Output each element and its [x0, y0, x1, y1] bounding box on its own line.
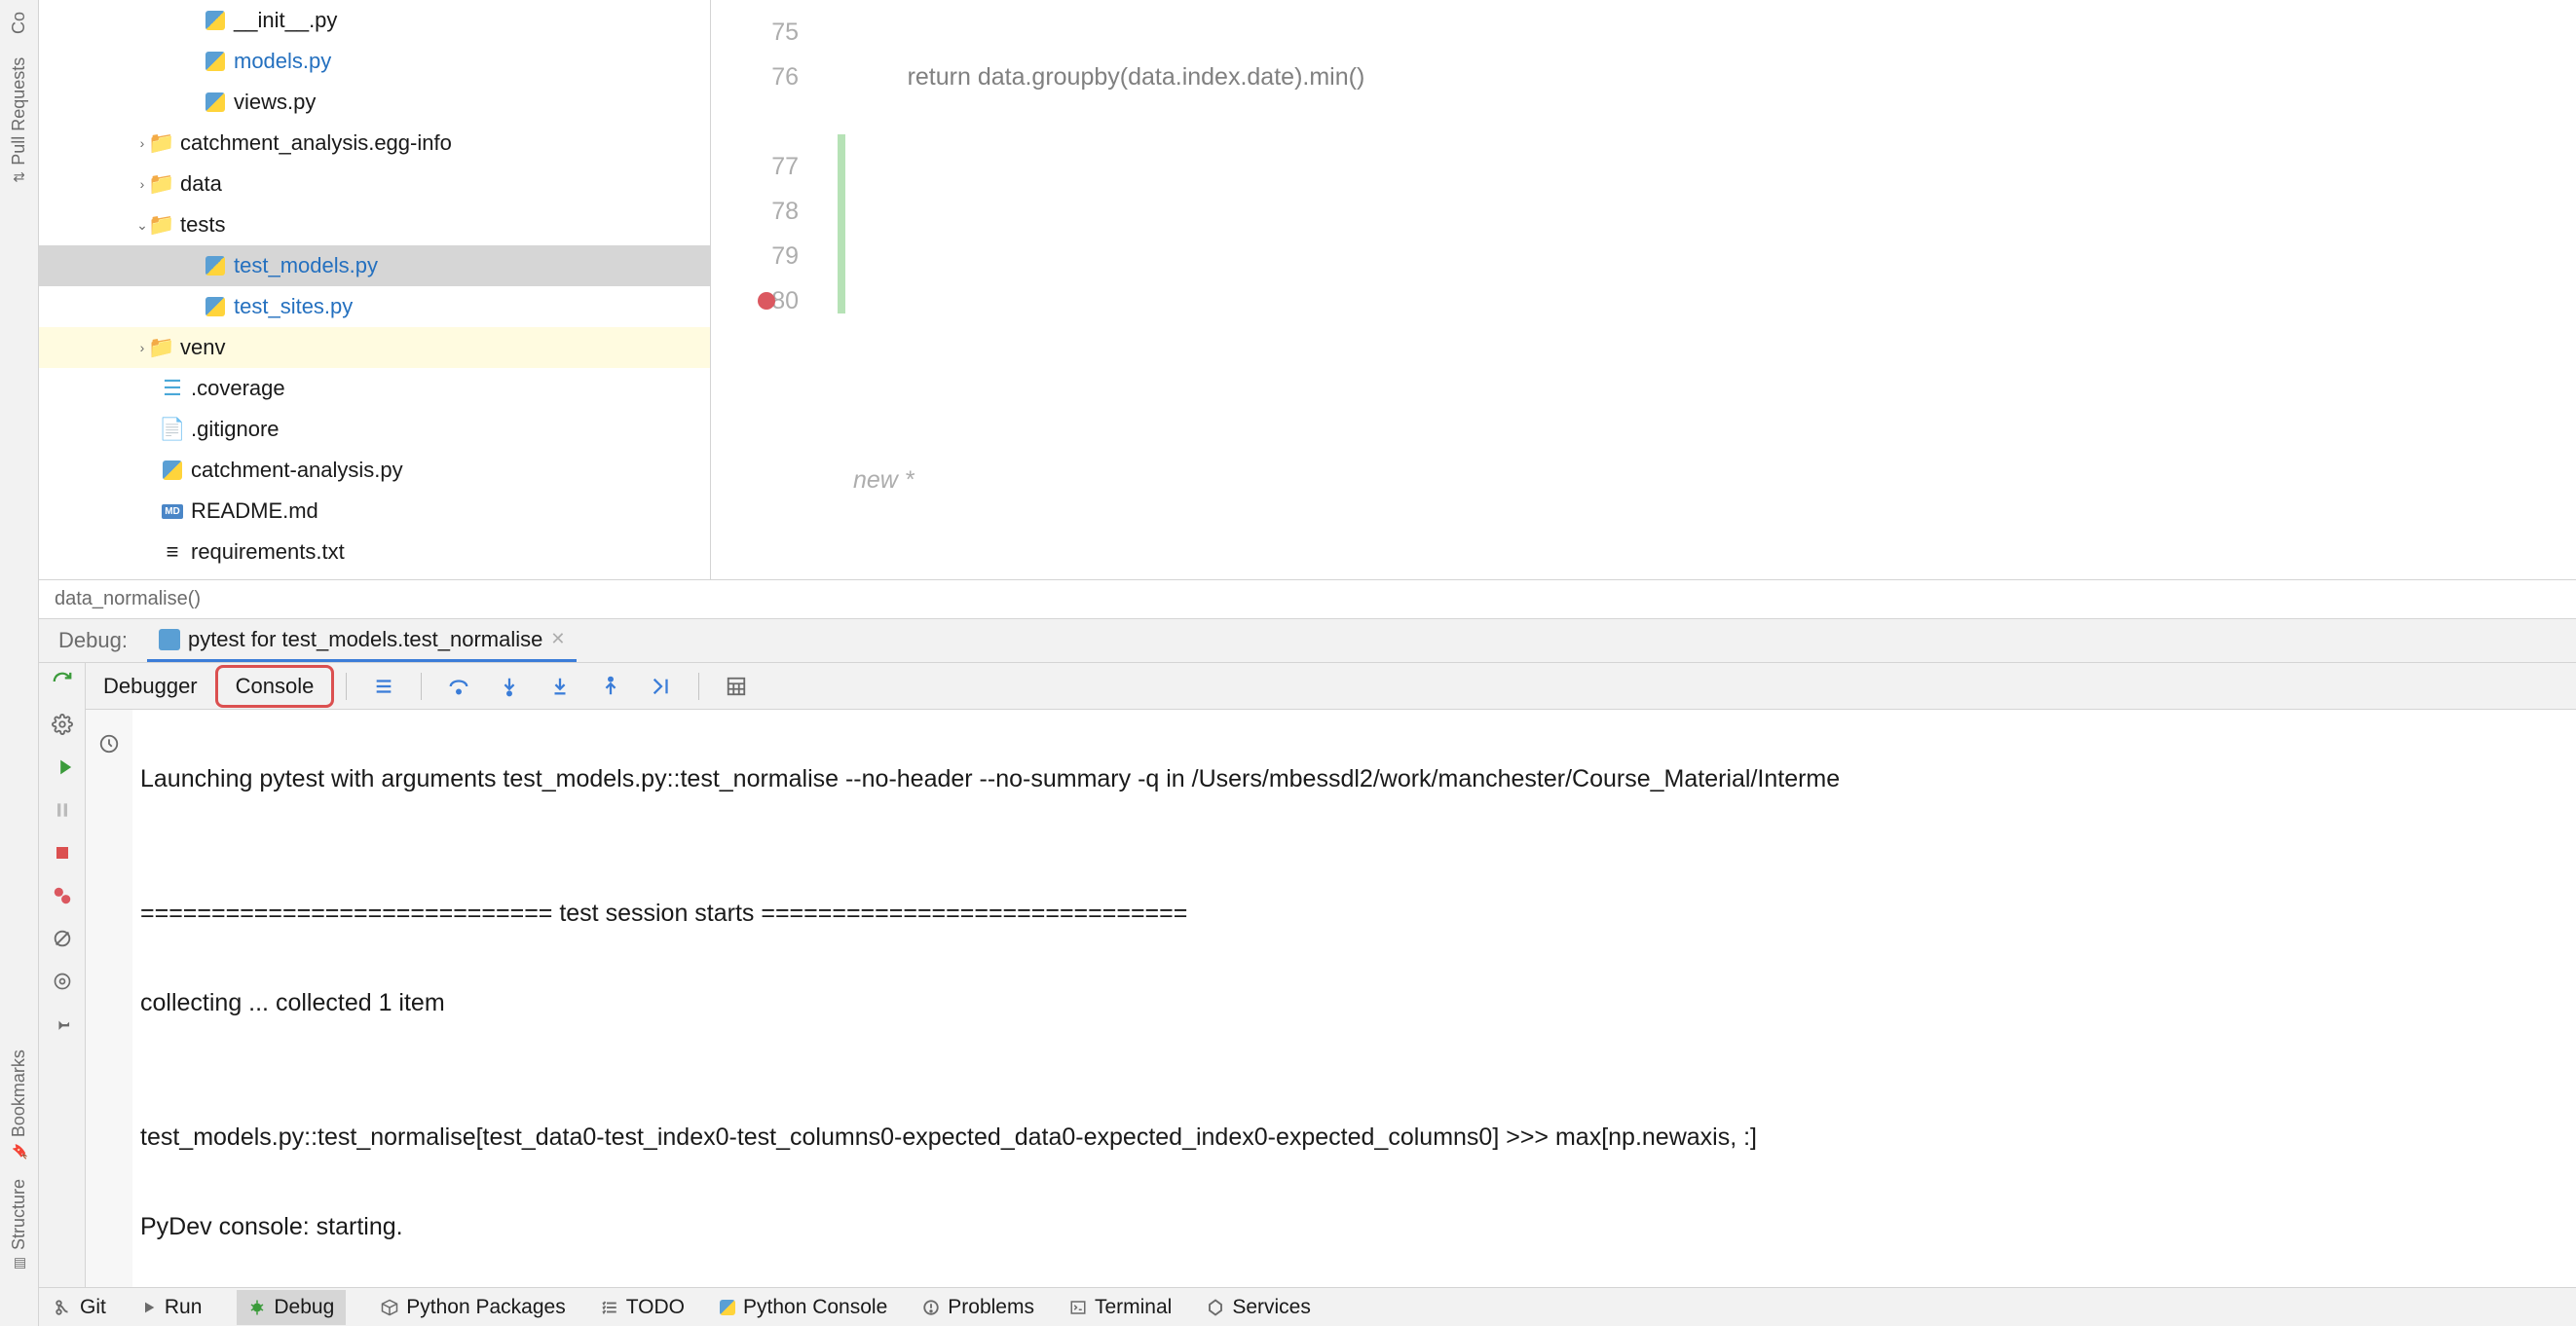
- tree-item[interactable]: views.py: [39, 82, 710, 123]
- debugger-tab[interactable]: Debugger: [86, 668, 215, 705]
- settings-gear-icon[interactable]: [50, 969, 75, 994]
- step-into-icon[interactable]: [496, 673, 523, 700]
- close-icon[interactable]: ✕: [550, 629, 565, 649]
- pytest-icon: [159, 629, 180, 650]
- python-file-icon: [163, 460, 182, 480]
- tree-item[interactable]: MDREADME.md: [39, 491, 710, 532]
- python-console-tab[interactable]: Python Console: [720, 1296, 887, 1319]
- breakpoint-icon[interactable]: [758, 292, 775, 310]
- tree-item[interactable]: __init__.py: [39, 0, 710, 41]
- history-icon[interactable]: [98, 733, 120, 755]
- folder-icon: 📁: [151, 337, 172, 358]
- terminal-tab[interactable]: Terminal: [1069, 1296, 1172, 1319]
- tree-item-selected[interactable]: test_models.py: [39, 245, 710, 286]
- python-file-icon: [205, 52, 225, 71]
- tree-item[interactable]: ☰.coverage: [39, 368, 710, 409]
- python-file-icon: [205, 92, 225, 112]
- console-output[interactable]: Launching pytest with arguments test_mod…: [132, 710, 2576, 1287]
- tree-item[interactable]: ›📁venv: [39, 327, 710, 368]
- pause-icon[interactable]: [50, 797, 75, 823]
- tree-item[interactable]: models.py: [39, 41, 710, 82]
- python-file-icon: [205, 256, 225, 276]
- left-tool-rail: Co ⇅Pull Requests 🔖Bookmarks ▤Structure: [0, 0, 39, 1326]
- debug-session-tab[interactable]: pytest for test_models.test_normalise ✕: [147, 619, 577, 662]
- settings-icon[interactable]: [50, 712, 75, 737]
- folder-icon: 📁: [151, 214, 172, 236]
- debug-toolbar: Debugger Console: [86, 663, 2576, 710]
- threads-icon[interactable]: [370, 673, 397, 700]
- project-tree[interactable]: __init__.py models.py views.py ›📁catchme…: [39, 0, 711, 579]
- pin-icon[interactable]: [50, 1012, 75, 1037]
- debug-label: Debug:: [39, 628, 147, 653]
- todo-tab[interactable]: TODO: [601, 1296, 685, 1319]
- console-side-toolbar: [86, 710, 132, 1287]
- stop-icon[interactable]: [50, 840, 75, 866]
- rail-structure-tab[interactable]: ▤Structure: [9, 1171, 29, 1279]
- editor-breadcrumb[interactable]: data_normalise(): [39, 579, 2576, 618]
- console-tab[interactable]: Console: [215, 665, 335, 708]
- resume-icon[interactable]: [50, 755, 75, 780]
- gitignore-icon: 📄: [162, 419, 183, 440]
- tree-item[interactable]: ≡requirements.txt: [39, 532, 710, 572]
- step-into-my-code-icon[interactable]: [546, 673, 574, 700]
- mute-breakpoints-icon[interactable]: [50, 926, 75, 951]
- markdown-icon: MD: [162, 504, 183, 519]
- run-to-cursor-icon[interactable]: [648, 673, 675, 700]
- rail-commit-tab[interactable]: Co: [9, 4, 29, 42]
- step-over-icon[interactable]: [445, 673, 472, 700]
- folder-icon: 📁: [151, 132, 172, 154]
- debug-side-toolbar: [39, 663, 86, 1287]
- tree-item[interactable]: catchment-analysis.py: [39, 450, 710, 491]
- tree-item[interactable]: 📄.gitignore: [39, 409, 710, 450]
- problems-tab[interactable]: Problems: [922, 1296, 1034, 1319]
- rail-pull-requests-tab[interactable]: ⇅Pull Requests: [9, 50, 29, 191]
- services-tab[interactable]: Services: [1207, 1296, 1311, 1319]
- tree-item[interactable]: test_sites.py: [39, 286, 710, 327]
- python-file-icon: [205, 297, 225, 316]
- python-packages-tab[interactable]: Python Packages: [381, 1296, 565, 1319]
- rail-bookmarks-tab[interactable]: 🔖Bookmarks: [9, 1042, 29, 1167]
- python-file-icon: [205, 11, 225, 30]
- view-breakpoints-icon[interactable]: [50, 883, 75, 908]
- editor-change-margin: [838, 0, 851, 579]
- tree-item[interactable]: ›📁catchment_analysis.egg-info: [39, 123, 710, 164]
- tree-item[interactable]: ⌄📁tests: [39, 204, 710, 245]
- folder-icon: 📁: [151, 173, 172, 195]
- editor-body[interactable]: return data.groupby(data.index.date).min…: [851, 0, 2576, 579]
- rerun-icon[interactable]: [50, 669, 75, 694]
- main-area: __init__.py models.py views.py ›📁catchme…: [39, 0, 2576, 1326]
- text-file-icon: ≡: [162, 541, 183, 563]
- git-tab[interactable]: Git: [55, 1296, 106, 1319]
- run-tab[interactable]: Run: [141, 1296, 203, 1319]
- new-marker: new *: [853, 458, 915, 502]
- debug-panel-tab-bar: Debug: pytest for test_models.test_norma…: [39, 618, 2576, 663]
- tree-item[interactable]: ›📁data: [39, 164, 710, 204]
- code-editor[interactable]: 74 75 76 77 78 79 80 return data.groupby…: [711, 0, 2576, 579]
- evaluate-expression-icon[interactable]: [723, 673, 750, 700]
- step-out-icon[interactable]: [597, 673, 624, 700]
- database-icon: ☰: [162, 378, 183, 399]
- debug-tab[interactable]: Debug: [237, 1290, 346, 1325]
- bottom-tool-bar: Git Run Debug Python Packages TODO Pytho…: [39, 1287, 2576, 1326]
- editor-gutter[interactable]: 74 75 76 77 78 79 80: [711, 0, 838, 579]
